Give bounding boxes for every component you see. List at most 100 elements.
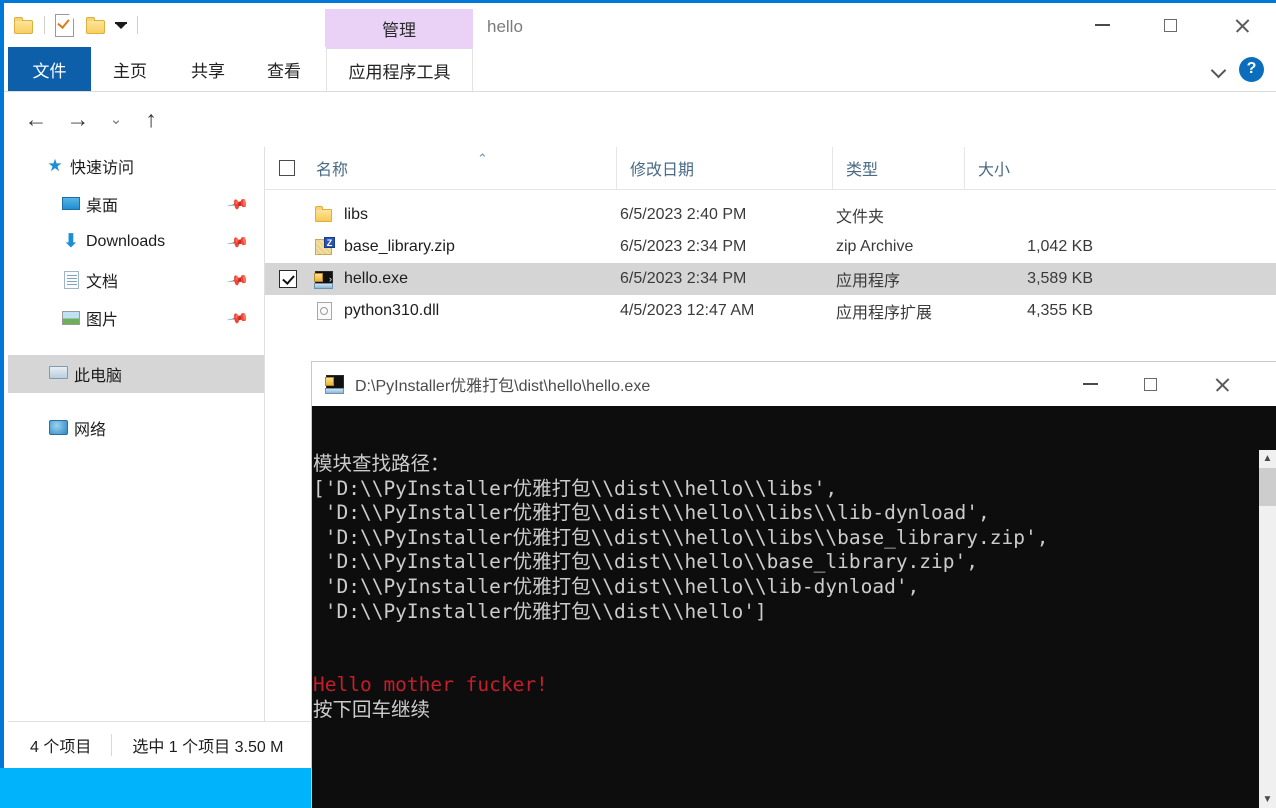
folder-icon: [313, 205, 335, 225]
file-date-cell: 6/5/2023 2:34 PM: [620, 270, 747, 287]
dll-icon: [313, 301, 335, 321]
star-icon: ★: [47, 156, 63, 175]
file-name-cell: python310.dll: [313, 301, 439, 321]
column-header-name-label: 名称: [316, 162, 349, 179]
file-name-label: hello.exe: [344, 270, 409, 287]
maximize-icon: [1143, 377, 1157, 391]
file-name-cell: › hello.exe: [313, 269, 408, 289]
contextual-tab-manage[interactable]: 管理: [325, 9, 473, 47]
pin-icon[interactable]: 📌: [225, 306, 249, 330]
recent-locations-button[interactable]: ⌄: [102, 92, 130, 146]
scroll-down-icon[interactable]: ▼: [1259, 791, 1276, 808]
pin-icon[interactable]: 📌: [225, 268, 249, 292]
select-all-checkbox[interactable]: [279, 160, 295, 176]
console-highlight-line: Hello mother fucker!: [313, 673, 548, 697]
file-size-cell: 3,589 KB: [1027, 270, 1093, 287]
up-button[interactable]: ↑: [134, 92, 168, 146]
file-date-cell: 4/5/2023 12:47 AM: [620, 302, 755, 319]
console-scrollbar[interactable]: ▲ ▼: [1259, 450, 1276, 808]
sidebar-item-documents[interactable]: 文档 📌: [8, 261, 264, 299]
tab-share[interactable]: 共享: [178, 47, 238, 91]
sidebar-item-desktop[interactable]: 桌面 📌: [8, 185, 264, 223]
file-date-cell: 6/5/2023 2:40 PM: [620, 206, 747, 223]
close-icon: [1234, 17, 1251, 34]
column-header-date[interactable]: 修改日期: [616, 147, 832, 189]
sidebar-item-label: 快速访问: [70, 160, 135, 177]
tab-application-tools-label: 应用程序工具: [348, 62, 451, 82]
new-folder-icon[interactable]: [86, 16, 106, 34]
column-header-type[interactable]: 类型: [832, 147, 964, 189]
file-type-cell: 应用程序: [836, 273, 901, 290]
chevron-down-icon[interactable]: [1212, 63, 1225, 76]
exe-icon: [324, 374, 345, 394]
file-type-cell: 文件夹: [836, 209, 885, 226]
console-line-6: 'D:\\PyInstaller优雅打包\\dist\\hello']: [313, 599, 767, 623]
minimize-button[interactable]: [1069, 3, 1135, 47]
console-title-bar[interactable]: D:\PyInstaller优雅打包\dist\hello\hello.exe: [312, 362, 1276, 406]
downloads-icon: ⬇: [63, 231, 79, 252]
pin-icon[interactable]: 📌: [225, 192, 249, 216]
pictures-icon: [60, 308, 82, 328]
column-header-name[interactable]: 名称 ⌃: [303, 147, 616, 189]
file-name-cell: base_library.zip: [313, 237, 455, 257]
console-output-text: 模块查找路径： ['D:\\PyInstaller优雅打包\\dist\\hel…: [313, 452, 1048, 723]
toolbar-divider: [44, 16, 45, 34]
sidebar-item-downloads[interactable]: ⬇ Downloads 📌: [8, 223, 264, 261]
sidebar-item-network[interactable]: 网络: [8, 409, 264, 447]
column-header-date-label: 修改日期: [630, 162, 695, 179]
minimize-icon: [1082, 383, 1098, 385]
scroll-up-icon[interactable]: ▲: [1259, 450, 1276, 467]
properties-icon[interactable]: [55, 13, 74, 37]
column-header-size[interactable]: 大小: [964, 147, 1099, 189]
console-line-3: 'D:\\PyInstaller优雅打包\\dist\\hello\\libs\…: [313, 525, 1049, 549]
back-button[interactable]: ←: [18, 92, 54, 146]
sidebar-item-label: 图片: [86, 312, 119, 329]
table-row[interactable]: libs 6/5/2023 2:40 PM 文件夹: [265, 199, 1276, 231]
tab-view[interactable]: 查看: [254, 47, 314, 91]
console-window: D:\PyInstaller优雅打包\dist\hello\hello.exe …: [312, 362, 1276, 808]
customize-dropdown-icon[interactable]: [106, 21, 127, 29]
column-header-size-label: 大小: [978, 162, 1011, 179]
tab-share-label: 共享: [191, 61, 225, 81]
console-maximize-button[interactable]: [1120, 362, 1180, 406]
console-output-area[interactable]: 模块查找路径： ['D:\\PyInstaller优雅打包\\dist\\hel…: [312, 406, 1276, 808]
documents-icon: [60, 270, 82, 290]
console-minimize-button[interactable]: [1060, 362, 1120, 406]
tab-file-label: 文件: [32, 61, 67, 81]
pin-icon[interactable]: 📌: [225, 230, 249, 254]
maximize-button[interactable]: [1137, 3, 1203, 47]
row-checkbox[interactable]: [279, 270, 297, 288]
tab-view-label: 查看: [267, 61, 301, 81]
sidebar-item-pictures[interactable]: 图片 📌: [8, 299, 264, 337]
sidebar-item-quick-access[interactable]: ★ 快速访问: [8, 147, 264, 185]
tab-home[interactable]: 主页: [100, 47, 160, 91]
table-row[interactable]: base_library.zip 6/5/2023 2:34 PM zip Ar…: [265, 231, 1276, 263]
scrollbar-thumb[interactable]: [1259, 468, 1276, 506]
console-title-text: D:\PyInstaller优雅打包\dist\hello\hello.exe: [355, 378, 651, 395]
file-size-cell: 1,042 KB: [1027, 238, 1093, 255]
address-bar-row: ← → ⌄ ↑ « PyInstaller优雅打包 › dist › hello…: [4, 92, 1276, 230]
network-icon: [48, 418, 70, 438]
file-date-cell: 6/5/2023 2:34 PM: [620, 238, 747, 255]
close-icon: [1214, 376, 1231, 393]
this-pc-icon: [48, 364, 70, 384]
sidebar-item-this-pc[interactable]: 此电脑: [8, 355, 264, 393]
console-line-2: 'D:\\PyInstaller优雅打包\\dist\\hello\\libs\…: [313, 501, 990, 525]
column-header-type-label: 类型: [846, 162, 879, 179]
zip-icon: [313, 237, 335, 257]
console-close-button[interactable]: [1192, 362, 1252, 406]
close-button[interactable]: [1209, 3, 1275, 47]
sidebar-item-label: 文档: [86, 274, 119, 291]
navigation-pane: ★ 快速访问 桌面 📌 ⬇ Downloads 📌 文档 📌 图片 📌 此电脑 …: [8, 147, 265, 722]
table-row[interactable]: › hello.exe 6/5/2023 2:34 PM 应用程序 3,589 …: [265, 263, 1276, 295]
tab-application-tools[interactable]: 应用程序工具: [326, 47, 473, 91]
folder-icon[interactable]: [14, 16, 34, 34]
help-icon[interactable]: ?: [1239, 56, 1264, 82]
window-title: hello: [487, 17, 523, 36]
table-row[interactable]: python310.dll 4/5/2023 12:47 AM 应用程序扩展 4…: [265, 295, 1276, 327]
file-list-header: 名称 ⌃ 修改日期 类型 大小: [265, 147, 1276, 190]
tab-file[interactable]: 文件: [8, 47, 91, 91]
contextual-tab-label: 管理: [382, 20, 416, 40]
sidebar-item-label: 网络: [74, 422, 107, 439]
forward-button[interactable]: →: [60, 92, 96, 146]
